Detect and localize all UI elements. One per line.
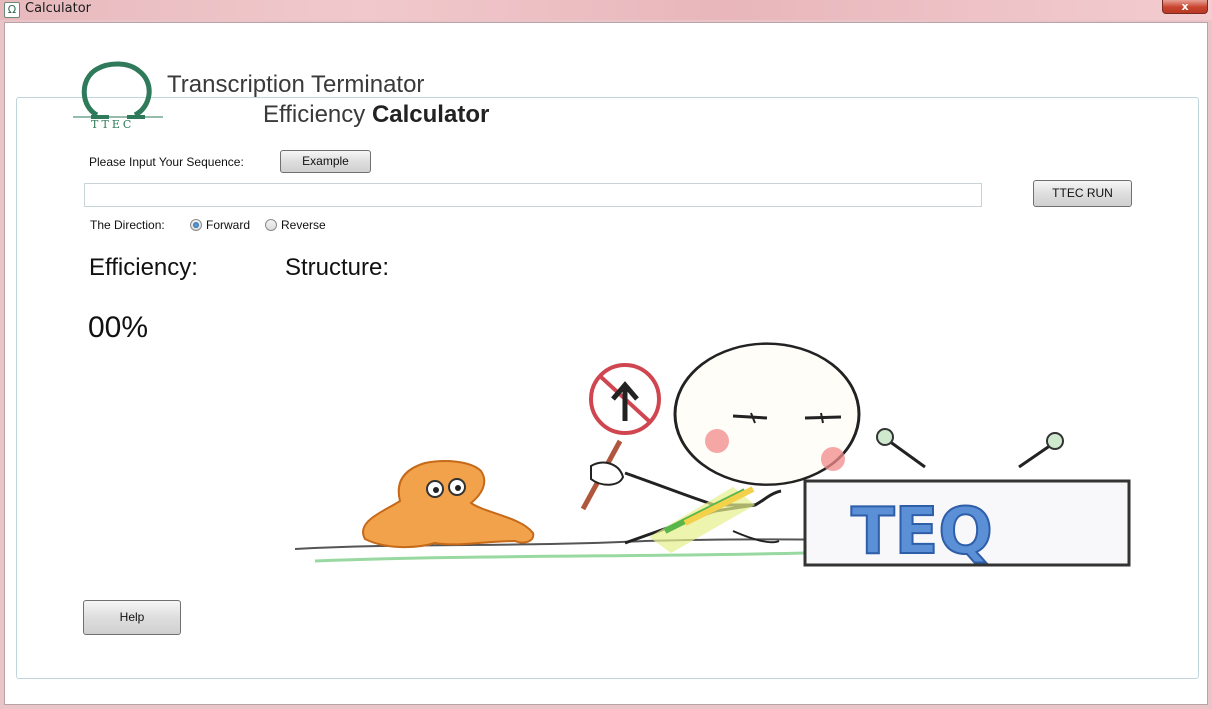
example-button[interactable]: Example [280,150,371,173]
sequence-input[interactable] [84,183,982,207]
reverse-radio-label[interactable]: Reverse [281,218,326,232]
structure-illustration: TEQ [294,342,1131,570]
forward-radio-label[interactable]: Forward [206,218,250,232]
direction-label: The Direction: [90,218,165,232]
illustration-sign-text: TEQ [851,495,993,569]
close-button[interactable]: x [1162,0,1208,14]
logo-text: TTEC [91,118,135,131]
efficiency-value: 00% [88,311,149,344]
forward-radio[interactable] [190,219,202,231]
ttec-run-button[interactable]: TTEC RUN [1033,180,1132,207]
app-icon: Ω [4,2,20,18]
title-bar: Ω Calculator x [0,0,1212,20]
sequence-prompt: Please Input Your Sequence: [89,155,244,169]
app-title-line2-bold: Calculator [371,101,490,128]
app-title-line1: Transcription Terminator [167,71,425,98]
window-client: TTEC Transcription Terminator Efficiency… [4,22,1208,705]
app-title-line2-prefix: Efficiency [263,101,366,128]
window-title: Calculator [25,1,92,16]
reverse-radio[interactable] [265,219,277,231]
app-title-line2: Efficiency Calculator [263,101,489,129]
efficiency-label: Efficiency: [89,254,198,281]
structure-label: Structure: [285,254,390,281]
help-button[interactable]: Help [83,600,181,635]
